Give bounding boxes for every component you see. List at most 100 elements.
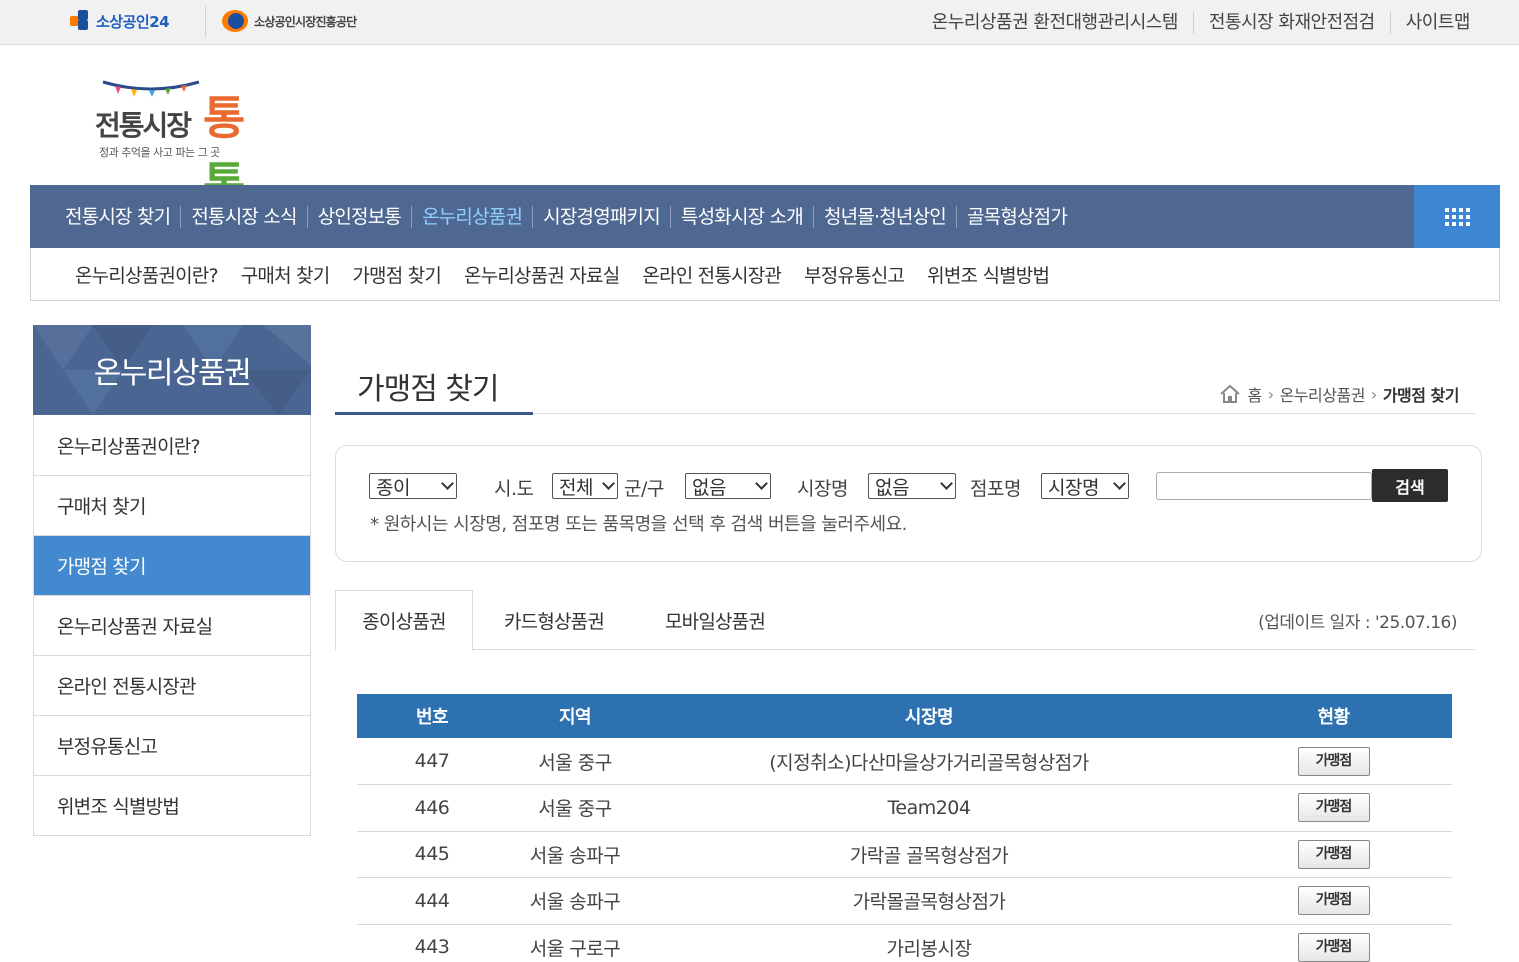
sidebar-title: 온누리상품권 [93,356,252,391]
keyword-input[interactable] [1156,472,1372,500]
table-row: 443 서울 구로구 가리봉시장 가맹점 [357,924,1452,962]
main-nav-onnuri[interactable]: 온누리상품권 [411,205,532,228]
cell-status: 가맹점 [1215,738,1452,785]
cell-market: 가락몰골목형상점가 [643,877,1215,925]
store-list-button[interactable]: 가맹점 [1297,886,1370,916]
main-nav: 전통시장 찾기 전통시장 소식 상인정보통 온누리상품권 시장경영패키지 특성화… [30,185,1500,248]
chevron-down-icon [441,477,454,490]
gugun-select[interactable]: 없음 [685,473,771,499]
table-row: 446 서울 중구 Team204 가맹점 [357,784,1452,832]
cell-market: Team204 [643,784,1215,832]
sidebar-item-store-search[interactable]: 가맹점 찾기 [34,535,310,595]
home-icon[interactable] [1219,384,1241,404]
store-label: 점포명 [970,478,1021,500]
top-link-sitemap[interactable]: 사이트맵 [1389,11,1485,34]
col-header-status: 현황 [1215,694,1452,738]
page-title-underline [335,412,533,415]
table-row: 444 서울 송파구 가락몰골목형상점가 가맹점 [357,877,1452,925]
sub-nav-online-market[interactable]: 온라인 전통시장관 [642,261,781,288]
cell-region: 서울 중구 [507,738,643,785]
semas-logo-icon [222,10,248,32]
store-list-button[interactable]: 가맹점 [1297,932,1370,962]
sosang24-logo[interactable]: 소상공인24 [70,10,170,32]
tab-card-voucher[interactable]: 카드형상품권 [473,590,635,650]
cell-market: (지정취소)다산마을상가거리골목형상점가 [643,738,1215,785]
tab-mobile-voucher[interactable]: 모바일상품권 [635,590,795,650]
cell-market: 가락골 골목형상점가 [643,831,1215,878]
search-button[interactable]: 검색 [1372,469,1448,502]
main-nav-youth-mall[interactable]: 청년몰·청년상인 [812,205,956,228]
sido-value: 전체 [559,476,593,499]
store-criteria-select[interactable]: 시장명 [1041,473,1129,499]
market-value: 없음 [875,476,909,499]
market-table: 번호 지역 시장명 현황 447 서울 중구 (지정취소)다산마을상가거리골목형… [357,694,1452,962]
main-nav-management-package[interactable]: 시장경영패키지 [532,205,670,228]
sub-nav-report[interactable]: 부정유통신고 [804,261,905,288]
page-header: 가맹점 찾기 홈 › 온누리상품권 › 가맹점 찾기 [335,360,1475,415]
breadcrumb-current: 가맹점 찾기 [1382,386,1460,405]
table-row: 445 서울 송파구 가락골 골목형상점가 가맹점 [357,831,1452,878]
page-title: 가맹점 찾기 [357,372,500,407]
site-logo[interactable]: 전통시장 통통 정과 추억을 사고 파는 그 곳 [95,76,275,211]
breadcrumb: 홈 › 온누리상품권 › 가맹점 찾기 [1219,382,1460,406]
breadcrumb-onnuri[interactable]: 온누리상품권 [1280,382,1366,406]
voucher-tabs: 종이상품권 카드형상품권 모바일상품권 (업데이트 일자 : '25.07.16… [335,590,1475,651]
voucher-type-select[interactable]: 종이 [369,473,457,499]
semas-logo[interactable]: 소상공인시장진흥공단 [222,10,357,32]
all-menu-button[interactable] [1414,185,1500,248]
market-label: 시장명 [797,478,848,500]
sido-label: 시.도 [494,478,534,500]
chevron-right-icon: › [1370,384,1377,404]
main-nav-alley-shopping[interactable]: 골목형상점가 [955,205,1077,228]
sidebar-item-archive[interactable]: 온누리상품권 자료실 [34,595,310,655]
sub-nav-store-search[interactable]: 가맹점 찾기 [352,261,441,288]
cell-status: 가맹점 [1215,877,1452,925]
market-select[interactable]: 없음 [868,473,956,499]
semas-logo-text: 소상공인시장진흥공단 [254,14,357,29]
sido-select[interactable]: 전체 [552,473,618,499]
cell-number: 446 [357,784,507,832]
sidebar-item-about[interactable]: 온누리상품권이란? [34,415,310,475]
sidebar: 온누리상품권 온누리상품권이란? 구매처 찾기 가맹점 찾기 온누리상품권 자료… [33,325,311,836]
store-list-button[interactable]: 가맹점 [1297,839,1370,869]
main-nav-merchant-info[interactable]: 상인정보통 [306,205,411,228]
chevron-down-icon [940,477,953,490]
brand-word-market: 전통시장 [95,109,192,142]
top-link-fire-safety[interactable]: 전통시장 화재안전점검 [1192,11,1390,34]
sub-nav-purchase-places[interactable]: 구매처 찾기 [241,261,330,288]
table-header-row: 번호 지역 시장명 현황 [357,694,1452,738]
col-header-number: 번호 [357,694,507,738]
chevron-down-icon [602,477,615,490]
sub-nav-about[interactable]: 온누리상품권이란? [75,261,219,288]
tab-paper-voucher[interactable]: 종이상품권 [335,590,473,651]
voucher-type-value: 종이 [376,476,410,499]
search-panel: 종이 시.도 전체 군/구 없음 시장명 없음 점포명 시장명 검색 * 원하시… [335,445,1482,562]
sosang24-logo-icon [70,10,92,32]
sub-nav-counterfeit[interactable]: 위변조 식별방법 [927,261,1050,288]
store-list-button[interactable]: 가맹점 [1297,746,1370,776]
cell-region: 서울 구로구 [507,924,643,962]
sidebar-item-report[interactable]: 부정유통신고 [34,715,310,775]
sub-nav-archive[interactable]: 온누리상품권 자료실 [464,261,620,288]
main-nav-specialized-market[interactable]: 특성화시장 소개 [669,205,813,228]
top-links: 온누리상품권 환전대행관리시스템 전통시장 화재안전점검 사이트맵 [917,0,1485,45]
sidebar-item-purchase-places[interactable]: 구매처 찾기 [34,475,310,535]
col-header-market: 시장명 [643,694,1215,738]
top-utility-bar: 소상공인24 소상공인시장진흥공단 온누리상품권 환전대행관리시스템 전통시장 … [0,0,1519,45]
update-date: (업데이트 일자 : '25.07.16) [1258,613,1457,633]
cell-region: 서울 송파구 [507,831,643,878]
main-nav-market-news[interactable]: 전통시장 소식 [180,205,306,228]
breadcrumb-home[interactable]: 홈 [1247,382,1262,406]
garland-icon [102,80,200,97]
sub-nav: 온누리상품권이란? 구매처 찾기 가맹점 찾기 온누리상품권 자료실 온라인 전… [30,248,1500,301]
cell-number: 444 [357,877,507,925]
chevron-right-icon: › [1267,384,1274,404]
sidebar-header: 온누리상품권 [33,325,311,415]
sidebar-item-online-market[interactable]: 온라인 전통시장관 [34,655,310,715]
store-list-button[interactable]: 가맹점 [1297,793,1370,823]
sidebar-item-counterfeit[interactable]: 위변조 식별방법 [34,775,310,835]
cell-status: 가맹점 [1215,924,1452,962]
top-link-exchange-system[interactable]: 온누리상품권 환전대행관리시스템 [917,12,1193,34]
cell-region: 서울 중구 [507,784,643,832]
main-nav-market-search[interactable]: 전통시장 찾기 [55,206,180,228]
